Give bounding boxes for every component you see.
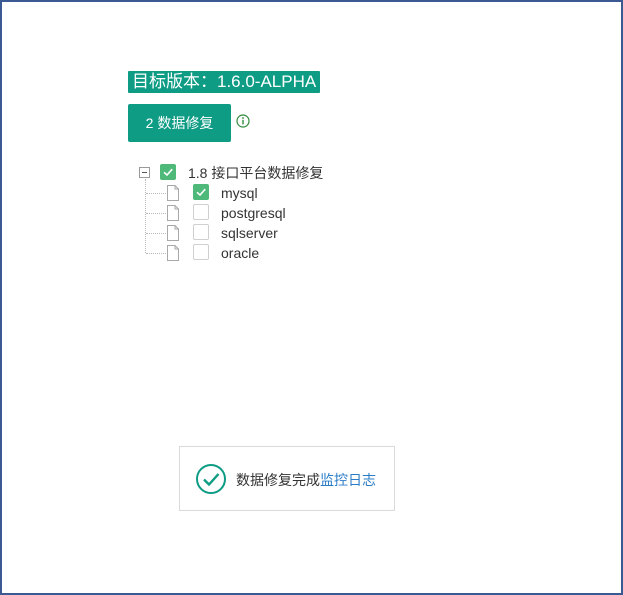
tree-connector [146, 193, 166, 194]
info-icon[interactable] [236, 114, 250, 128]
tree-connector [146, 253, 166, 254]
file-icon [167, 185, 179, 201]
checkmark-icon [196, 188, 206, 197]
data-repair-button[interactable]: 2 数据修复 [128, 104, 231, 142]
toast-message: 数据修复完成 [236, 472, 320, 488]
checkmark-icon [163, 168, 173, 177]
tree-root-label[interactable]: 1.8 接口平台数据修复 [188, 165, 323, 181]
toast-message-row: 数据修复完成监控日志 [236, 471, 376, 489]
collapse-toggle-icon[interactable] [139, 167, 150, 178]
file-icon [167, 245, 179, 261]
tree-item-label: postgresql [221, 205, 286, 221]
window-frame: 目标版本：1.6.0-ALPHA 2 数据修复 1.8 接口平台数据修复 mys… [0, 0, 623, 595]
success-toast: 数据修复完成监控日志 [179, 446, 395, 511]
mysql-checkbox[interactable] [193, 184, 209, 200]
tree-item-label: sqlserver [221, 225, 278, 241]
tree-item-label: oracle [221, 245, 260, 261]
postgresql-checkbox[interactable] [193, 204, 209, 220]
check-circle-icon [196, 464, 226, 494]
tree-connector [146, 213, 166, 214]
tree-connector [146, 233, 166, 234]
file-icon [167, 205, 179, 221]
target-version-title: 目标版本：1.6.0-ALPHA [128, 71, 321, 93]
sqlserver-checkbox[interactable] [193, 224, 209, 240]
file-icon [167, 225, 179, 241]
tree-item-label: mysql [221, 185, 258, 201]
monitor-log-link[interactable]: 监控日志 [320, 472, 376, 488]
root-checkbox[interactable] [160, 164, 176, 180]
tree-connector-vertical [145, 179, 146, 253]
oracle-checkbox[interactable] [193, 244, 209, 260]
